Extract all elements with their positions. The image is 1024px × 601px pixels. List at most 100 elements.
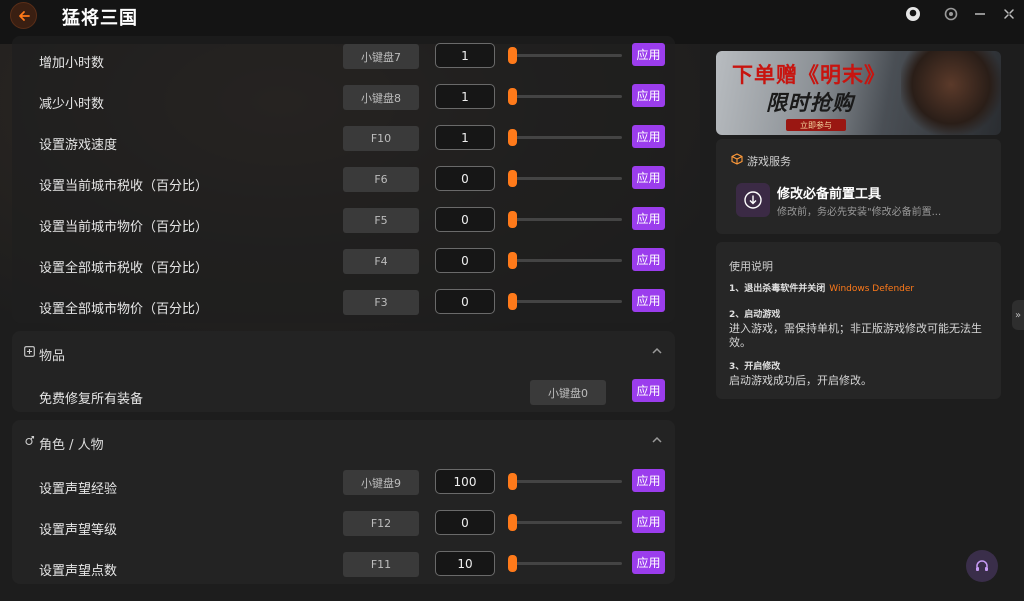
value-input[interactable]: 100 (435, 469, 495, 494)
character-section-title: 角色 / 人物 (39, 438, 104, 453)
apply-button[interactable]: 应用 (632, 125, 665, 148)
list-item: 设置当前城市税收（百分比） F6 0 应用 (12, 164, 675, 205)
close-button[interactable] (999, 4, 1019, 24)
row-label: 设置全部城市税收（百分比） (39, 261, 209, 276)
settings-button[interactable] (941, 4, 961, 24)
promo-banner[interactable]: 下单赠《明末》 限时抢购 立即参与 (716, 51, 1001, 135)
slider-thumb[interactable] (508, 293, 517, 310)
instruction-step-2: 2、启动游戏 进入游戏，需保持单机；非正版游戏修改可能无法生效。 (729, 309, 991, 350)
step-1-accent: Windows Defender (829, 284, 915, 294)
hotkey-badge[interactable]: 小键盘0 (530, 380, 606, 405)
item-box-icon (24, 346, 35, 357)
value-slider[interactable] (508, 170, 622, 187)
value-input[interactable]: 1 (435, 43, 495, 68)
time-settings-panel: 增加小时数 小键盘7 1 应用 减少小时数 小键盘8 1 应用 设置游戏速度 F10 1 应用 设置当前… (12, 36, 675, 323)
value-input[interactable]: 0 (435, 248, 495, 273)
value-slider[interactable] (508, 211, 622, 228)
apply-button[interactable]: 应用 (632, 289, 665, 312)
hotkey-badge[interactable]: 小键盘8 (343, 85, 419, 110)
apply-button[interactable]: 应用 (632, 551, 665, 574)
items-section-header[interactable]: 物品 (12, 331, 675, 371)
apply-button[interactable]: 应用 (632, 43, 665, 66)
items-section-title: 物品 (39, 349, 66, 364)
support-button[interactable] (966, 550, 998, 582)
value-slider[interactable] (508, 514, 622, 531)
hotkey-badge[interactable]: F10 (343, 126, 419, 151)
list-item: 设置声望点数 F11 10 应用 (12, 549, 675, 590)
list-item: 设置全部城市物价（百分比） F3 0 应用 (12, 287, 675, 328)
value-slider[interactable] (508, 293, 622, 310)
hotkey-badge[interactable]: F5 (343, 208, 419, 233)
slider-thumb[interactable] (508, 170, 517, 187)
value-input[interactable]: 0 (435, 166, 495, 191)
slider-thumb[interactable] (508, 555, 517, 572)
banner-character-art (901, 51, 1001, 135)
value-slider[interactable] (508, 252, 622, 269)
value-slider[interactable] (508, 88, 622, 105)
tool-name[interactable]: 修改必备前置工具 (777, 183, 881, 202)
app-title: 猛将三国 (62, 8, 138, 29)
row-label: 设置游戏速度 (39, 138, 118, 153)
row-label: 设置当前城市物价（百分比） (39, 220, 209, 235)
slider-thumb[interactable] (508, 252, 517, 269)
value-input[interactable]: 0 (435, 510, 495, 535)
banner-headline: 下单赠《明末》 (732, 62, 886, 87)
value-slider[interactable] (508, 47, 622, 64)
hotkey-badge[interactable]: 小键盘9 (343, 470, 419, 495)
gear-icon (944, 7, 958, 21)
chevron-up-icon[interactable] (651, 435, 663, 445)
back-arrow-icon (18, 10, 30, 21)
banner-cta-button[interactable]: 立即参与 (786, 119, 846, 131)
account-button[interactable] (903, 4, 923, 24)
list-item: 免费修复所有装备 小键盘0 应用 (12, 377, 675, 418)
row-label: 减少小时数 (39, 97, 105, 112)
chevron-up-icon[interactable] (651, 346, 663, 356)
apply-button[interactable]: 应用 (632, 84, 665, 107)
slider-thumb[interactable] (508, 211, 517, 228)
value-slider[interactable] (508, 555, 622, 572)
row-label: 设置当前城市税收（百分比） (39, 179, 209, 194)
hotkey-badge[interactable]: F11 (343, 552, 419, 577)
items-panel: 物品 免费修复所有装备 小键盘0 应用 (12, 331, 675, 412)
tool-download-button[interactable] (736, 183, 770, 217)
package-icon (731, 153, 743, 165)
apply-button[interactable]: 应用 (632, 248, 665, 271)
slider-thumb[interactable] (508, 514, 517, 531)
minimize-button[interactable] (970, 4, 990, 24)
instruction-step-3: 3、开启修改 启动游戏成功后，开启修改。 (729, 361, 991, 388)
slider-thumb[interactable] (508, 88, 517, 105)
step-3-title: 3、开启修改 (729, 362, 781, 372)
value-input[interactable]: 1 (435, 125, 495, 150)
apply-button[interactable]: 应用 (632, 469, 665, 492)
instructions-card: 使用说明 1、退出杀毒软件并关闭 Windows Defender 2、启动游戏 … (716, 242, 1001, 399)
hotkey-badge[interactable]: F3 (343, 290, 419, 315)
apply-button[interactable]: 应用 (632, 379, 665, 402)
hotkey-badge[interactable]: F6 (343, 167, 419, 192)
list-item: 设置当前城市物价（百分比） F5 0 应用 (12, 205, 675, 246)
step-3-body: 启动游戏成功后，开启修改。 (729, 374, 872, 387)
apply-button[interactable]: 应用 (632, 510, 665, 533)
row-label: 设置声望经验 (39, 482, 118, 497)
value-slider[interactable] (508, 473, 622, 490)
hotkey-badge[interactable]: F4 (343, 249, 419, 274)
character-section-header[interactable]: 角色 / 人物 (12, 420, 675, 460)
hotkey-badge[interactable]: F12 (343, 511, 419, 536)
slider-thumb[interactable] (508, 47, 517, 64)
apply-button[interactable]: 应用 (632, 166, 665, 189)
value-slider[interactable] (508, 129, 622, 146)
slider-thumb[interactable] (508, 129, 517, 146)
close-icon (1004, 9, 1014, 19)
list-item: 设置声望经验 小键盘9 100 应用 (12, 467, 675, 508)
value-input[interactable]: 0 (435, 289, 495, 314)
value-input[interactable]: 0 (435, 207, 495, 232)
back-button[interactable] (10, 2, 37, 29)
side-expand-handle[interactable]: » (1012, 300, 1024, 330)
step-1-title: 1、退出杀毒软件并关闭 (729, 284, 826, 294)
value-input[interactable]: 1 (435, 84, 495, 109)
hotkey-badge[interactable]: 小键盘7 (343, 44, 419, 69)
slider-thumb[interactable] (508, 473, 517, 490)
value-input[interactable]: 10 (435, 551, 495, 576)
tool-description: 修改前，务必先安装"修改必备前置... (777, 207, 942, 218)
apply-button[interactable]: 应用 (632, 207, 665, 230)
row-label: 设置全部城市物价（百分比） (39, 302, 209, 317)
